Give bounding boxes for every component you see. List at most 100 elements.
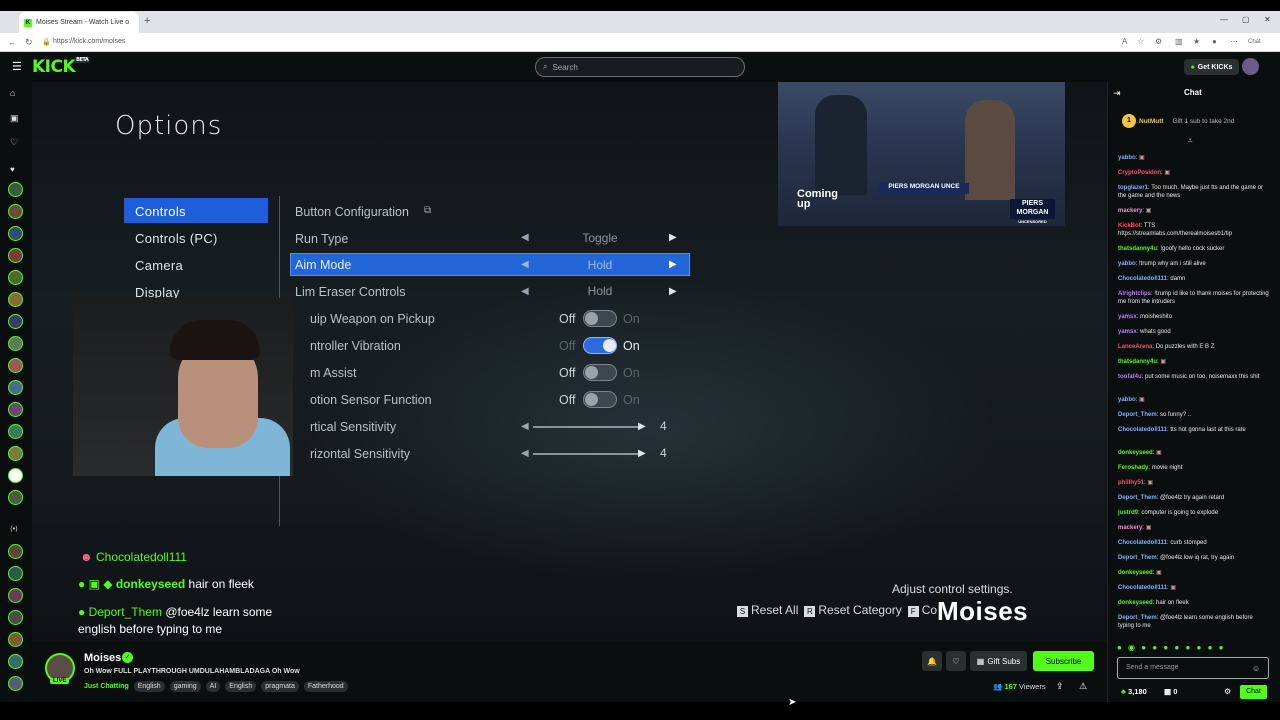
followed-channel-avatar[interactable] bbox=[8, 544, 23, 559]
gift-icon: ▦ bbox=[1164, 687, 1172, 696]
chat-username[interactable]: yabbo bbox=[1118, 397, 1136, 403]
followed-channel-avatar[interactable] bbox=[8, 358, 23, 373]
maximize-icon[interactable]: ▢ bbox=[1242, 15, 1250, 24]
split-icon[interactable]: ▥ bbox=[1175, 37, 1183, 46]
tag[interactable]: pragmata bbox=[261, 681, 299, 692]
followed-channel-avatar[interactable] bbox=[8, 654, 23, 669]
share-icon[interactable]: ⇪ bbox=[1056, 681, 1064, 692]
followed-channel-avatar[interactable] bbox=[8, 632, 23, 647]
followed-channel-avatar[interactable] bbox=[8, 566, 23, 581]
chat-input[interactable]: Send a message bbox=[1117, 657, 1269, 679]
followed-channel-avatar[interactable] bbox=[8, 336, 23, 351]
report-icon[interactable]: ⚠ bbox=[1079, 681, 1087, 692]
site-info-icon[interactable]: 🔒 bbox=[42, 38, 51, 46]
chat-username[interactable]: Chocolatedoll111 bbox=[1118, 540, 1167, 546]
chat-username[interactable]: mackery bbox=[1118, 208, 1142, 214]
chat-username[interactable]: donkeyseed bbox=[1118, 570, 1153, 576]
chat-username[interactable]: Deport_Them bbox=[1118, 555, 1157, 561]
get-kicks-button[interactable]: ● Get KICKs bbox=[1184, 59, 1239, 75]
category-link[interactable]: Just Chatting bbox=[84, 683, 129, 690]
kick-logo[interactable]: KICKBETA bbox=[32, 57, 90, 77]
emote-bar[interactable]: ● ◉ ● ● ● ● ● ● ● ● bbox=[1117, 643, 1225, 652]
subscribe-button[interactable]: Subscribe bbox=[1033, 651, 1094, 671]
followed-channel-avatar[interactable] bbox=[8, 248, 23, 263]
followed-channel-avatar[interactable] bbox=[8, 226, 23, 241]
followed-channel-avatar[interactable] bbox=[8, 402, 23, 417]
search-input[interactable]: ⌕ Search bbox=[535, 57, 745, 77]
url-field[interactable]: https://kick.com/moises bbox=[53, 38, 125, 45]
browse-icon[interactable]: ▣ bbox=[10, 113, 19, 124]
close-window-icon[interactable]: ✕ bbox=[1264, 15, 1271, 24]
send-chat-button[interactable]: Chat bbox=[1240, 685, 1267, 699]
chat-username[interactable]: phillhy51 bbox=[1118, 480, 1144, 486]
followed-channel-avatar[interactable] bbox=[8, 676, 23, 691]
menu-dots-icon[interactable]: ⋯ bbox=[1230, 37, 1238, 46]
chat-username[interactable]: donkeyseed bbox=[1118, 600, 1153, 606]
chat-username[interactable]: KickBot bbox=[1118, 223, 1141, 229]
chat-text: movie night bbox=[1151, 465, 1183, 471]
gift-subs-button[interactable]: ▦ Gift Subs bbox=[970, 651, 1027, 671]
copilot-chat-button[interactable]: Chat bbox=[1248, 39, 1261, 45]
minimize-icon[interactable]: — bbox=[1220, 15, 1228, 24]
refresh-icon[interactable]: ↻ bbox=[25, 37, 33, 48]
overlay-chat-user: Deport_Them bbox=[88, 605, 162, 619]
followed-channel-avatar[interactable] bbox=[8, 588, 23, 603]
chat-username[interactable]: yabbo bbox=[1118, 155, 1136, 161]
chat-username[interactable]: toofat4u bbox=[1118, 374, 1142, 380]
chat-username[interactable]: thatsdanny4u bbox=[1118, 246, 1157, 252]
follow-heart-icon[interactable]: ♡ bbox=[946, 651, 966, 671]
chat-username[interactable]: Chocolatedoll111 bbox=[1118, 427, 1167, 433]
favorite-star-icon[interactable]: ☆ bbox=[1137, 37, 1144, 46]
chat-username[interactable]: topglazer1 bbox=[1118, 185, 1148, 191]
read-aloud-icon[interactable]: A bbox=[1122, 37, 1127, 46]
collapse-chat-icon[interactable]: ⇥ bbox=[1113, 88, 1121, 99]
chat-username[interactable]: yamsx bbox=[1118, 314, 1137, 320]
chat-username[interactable]: Chocolatedoll111 bbox=[1118, 276, 1167, 282]
chat-username[interactable]: Alrightclips bbox=[1118, 291, 1151, 297]
chat-username[interactable]: donkeyseed bbox=[1118, 450, 1153, 456]
notification-bell-icon[interactable]: 🔔 bbox=[922, 651, 942, 671]
tag[interactable]: English bbox=[225, 681, 257, 692]
back-icon[interactable]: ← bbox=[8, 37, 17, 47]
chat-settings-icon[interactable]: ⚙ bbox=[1224, 687, 1231, 696]
new-tab-button[interactable]: + bbox=[144, 15, 150, 27]
followed-channel-avatar[interactable] bbox=[8, 380, 23, 395]
chat-username[interactable]: mackery bbox=[1118, 525, 1142, 531]
followed-channel-avatar[interactable] bbox=[8, 314, 23, 329]
chat-username[interactable]: Chocolatedoll111 bbox=[1118, 585, 1167, 591]
tag[interactable]: AI bbox=[205, 681, 221, 692]
followed-channel-avatar[interactable] bbox=[8, 182, 23, 197]
chat-username[interactable]: Feroshady bbox=[1118, 465, 1148, 471]
chat-username[interactable]: LanceArena bbox=[1118, 344, 1152, 350]
followed-channel-avatar[interactable] bbox=[8, 270, 23, 285]
chat-username[interactable]: Deport_Them bbox=[1118, 615, 1157, 621]
browser-tab[interactable]: K Moises Stream - Watch Live o bbox=[19, 12, 139, 33]
followed-channel-avatar[interactable] bbox=[8, 424, 23, 439]
chat-username[interactable]: thatsdanny4u bbox=[1118, 359, 1157, 365]
chat-username[interactable]: Deport_Them bbox=[1118, 495, 1157, 501]
chat-username[interactable]: yamsx bbox=[1118, 329, 1137, 335]
followed-channel-avatar[interactable] bbox=[8, 292, 23, 307]
followed-channel-avatar[interactable] bbox=[8, 204, 23, 219]
extensions-icon[interactable]: ⚙ bbox=[1155, 37, 1162, 46]
tag[interactable]: gaming bbox=[169, 681, 201, 692]
pinned-expand-icon[interactable]: ⩡ bbox=[1188, 136, 1193, 146]
streamer-name[interactable]: Moises bbox=[84, 652, 121, 664]
chat-username[interactable]: CryptoPosidon bbox=[1118, 170, 1161, 176]
chat-username[interactable]: yabbo bbox=[1118, 261, 1136, 267]
followed-channel-avatar[interactable] bbox=[8, 446, 23, 461]
menu-icon[interactable]: ☰ bbox=[12, 60, 22, 73]
tag[interactable]: Fatherhood bbox=[303, 681, 348, 692]
profile-icon[interactable]: ● bbox=[1212, 37, 1217, 46]
emoji-icon[interactable]: ☺ bbox=[1252, 664, 1260, 673]
tag[interactable]: English bbox=[133, 681, 165, 692]
followed-channel-avatar[interactable] bbox=[8, 490, 23, 505]
user-avatar[interactable] bbox=[1242, 58, 1259, 75]
followed-channel-avatar[interactable] bbox=[8, 468, 23, 483]
chat-username[interactable]: justrd9 bbox=[1118, 510, 1138, 516]
favorites-icon[interactable]: ★ bbox=[1193, 37, 1200, 46]
home-icon[interactable]: ⌂ bbox=[10, 88, 15, 98]
following-heart-icon[interactable]: ♡ bbox=[10, 137, 18, 148]
followed-channel-avatar[interactable] bbox=[8, 610, 23, 625]
chat-username[interactable]: Deport_Them bbox=[1118, 412, 1157, 418]
